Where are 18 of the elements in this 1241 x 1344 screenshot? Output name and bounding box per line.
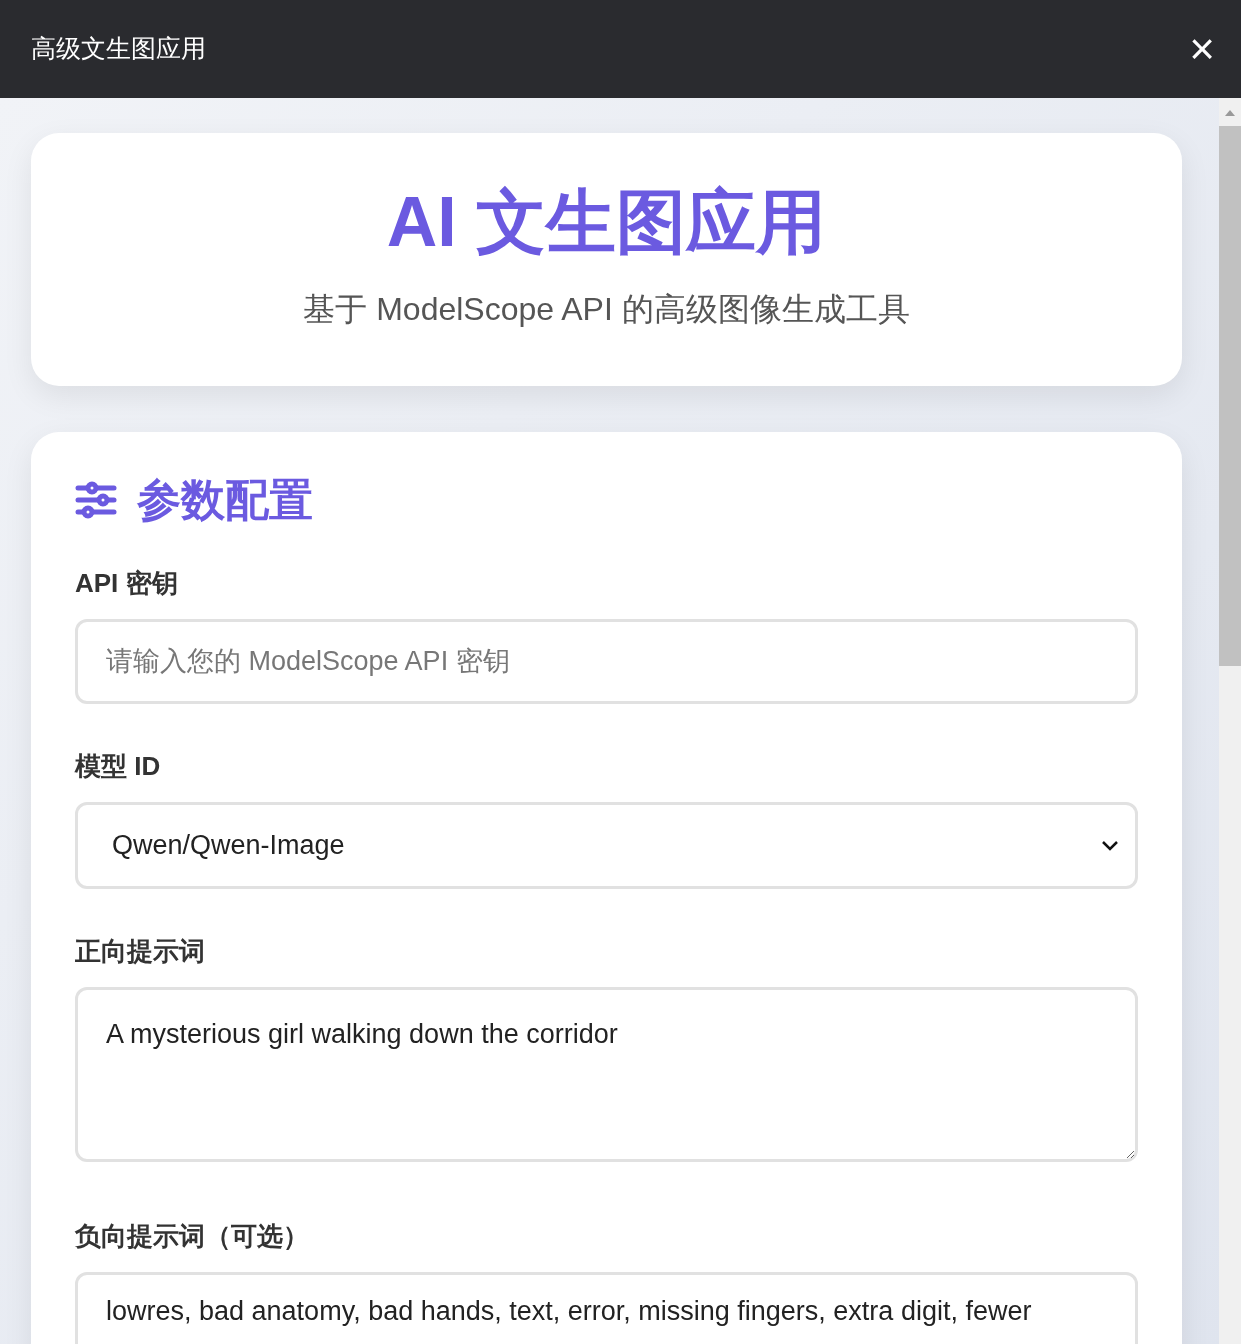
app-title: AI 文生图应用 [386, 186, 827, 257]
app-subtitle: 基于 ModelScope API 的高级图像生成工具 [303, 289, 910, 329]
section-heading: 参数配置 [137, 478, 313, 522]
negative-prompt-field[interactable]: lowres, bad anatomy, bad hands, text, error, missing fingers, extra digit, fewer [75, 1272, 1138, 1344]
window-title: 高级文生图应用 [31, 33, 206, 65]
scrollbar[interactable] [1219, 98, 1241, 1344]
prompt-field[interactable]: A mysterious girl walking down the corridor [75, 987, 1138, 1162]
scroll-up-icon[interactable] [1224, 108, 1236, 118]
model-select[interactable]: Qwen/Qwen-Image [75, 802, 1138, 889]
close-button[interactable]: × [1189, 27, 1215, 71]
field-label: 负向提示词（可选） [75, 1220, 310, 1253]
chevron-down-icon [1101, 839, 1119, 852]
sliders-icon [75, 481, 117, 519]
field-label: 模型 ID [75, 750, 162, 783]
scroll-thumb[interactable] [1219, 126, 1241, 666]
api-key-field[interactable]: 请输入您的 ModelScope API 密钥 [75, 619, 1138, 704]
field-label: 正向提示词 [75, 935, 206, 968]
field-label: API 密钥 [75, 567, 179, 600]
